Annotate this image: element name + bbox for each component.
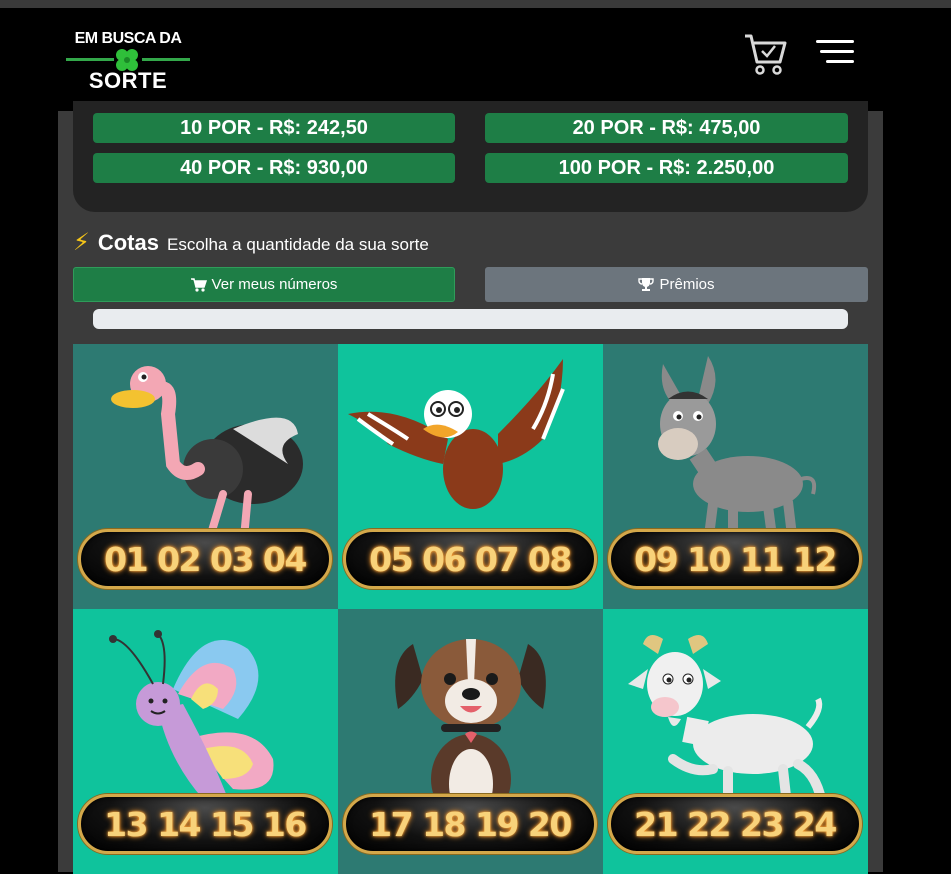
tile-eagle[interactable]: 05 06 07 08: [338, 344, 603, 609]
animal-grid: 01 02 03 04 05 06 07 08 09 10 11 12 13 1…: [73, 344, 868, 874]
package-100-button[interactable]: 100 POR - R$: 2.250,00: [485, 153, 848, 183]
number-badge: 17 18 19 20: [343, 794, 597, 854]
site-logo[interactable]: EM BUSCA DA SORTE: [66, 30, 190, 102]
package-40-button[interactable]: 40 POR - R$: 930,00: [93, 153, 455, 183]
tile-numbers: 17 18 19 20: [369, 804, 572, 844]
number-badge: 13 14 15 16: [78, 794, 332, 854]
hamburger-menu-icon[interactable]: [814, 40, 854, 70]
tile-butterfly[interactable]: 13 14 15 16: [73, 609, 338, 874]
tile-donkey[interactable]: 09 10 11 12: [603, 344, 868, 609]
package-10-button[interactable]: 10 POR - R$: 242,50: [93, 113, 455, 143]
number-badge: 05 06 07 08: [343, 529, 597, 589]
prizes-label: Prêmios: [659, 276, 715, 293]
logo-text-bottom: SORTE: [88, 68, 168, 93]
trophy-icon: [638, 278, 655, 291]
tile-goat[interactable]: 21 22 23 24: [603, 609, 868, 874]
tile-numbers: 01 02 03 04: [104, 539, 307, 579]
tile-numbers: 09 10 11 12: [634, 539, 837, 579]
tile-ostrich[interactable]: 01 02 03 04: [73, 344, 338, 609]
progress-bar: [93, 309, 848, 329]
package-20-button[interactable]: 20 POR - R$: 475,00: [485, 113, 848, 143]
tile-numbers: 13 14 15 16: [104, 804, 307, 844]
tile-numbers: 05 06 07 08: [369, 539, 572, 579]
logo-line-left: [66, 58, 114, 61]
package-card: 10 POR - R$: 242,50 20 POR - R$: 475,00 …: [73, 101, 868, 212]
cart-icon[interactable]: [742, 32, 788, 76]
my-numbers-button[interactable]: Ver meus números: [73, 267, 455, 302]
my-numbers-label: Ver meus números: [211, 276, 338, 293]
number-badge: 21 22 23 24: [608, 794, 862, 854]
main-content: 10 POR - R$: 242,50 20 POR - R$: 475,00 …: [58, 101, 883, 874]
tile-numbers: 21 22 23 24: [634, 804, 837, 844]
site-header: EM BUSCA DA SORTE: [0, 8, 951, 111]
tile-dog[interactable]: 17 18 19 20: [338, 609, 603, 874]
top-strip: [0, 0, 951, 8]
cotas-subtitle: Escolha a quantidade da sua sorte: [166, 235, 429, 254]
lightning-icon: ⚡: [73, 228, 90, 256]
cart-small-icon: [190, 277, 207, 292]
prizes-button[interactable]: Prêmios: [485, 267, 868, 302]
logo-line-right: [142, 58, 190, 61]
number-badge: 01 02 03 04: [78, 529, 332, 589]
cotas-title: Cotas: [97, 230, 159, 255]
number-badge: 09 10 11 12: [608, 529, 862, 589]
cotas-heading: ⚡ Cotas Escolha a quantidade da sua sort…: [73, 228, 429, 258]
